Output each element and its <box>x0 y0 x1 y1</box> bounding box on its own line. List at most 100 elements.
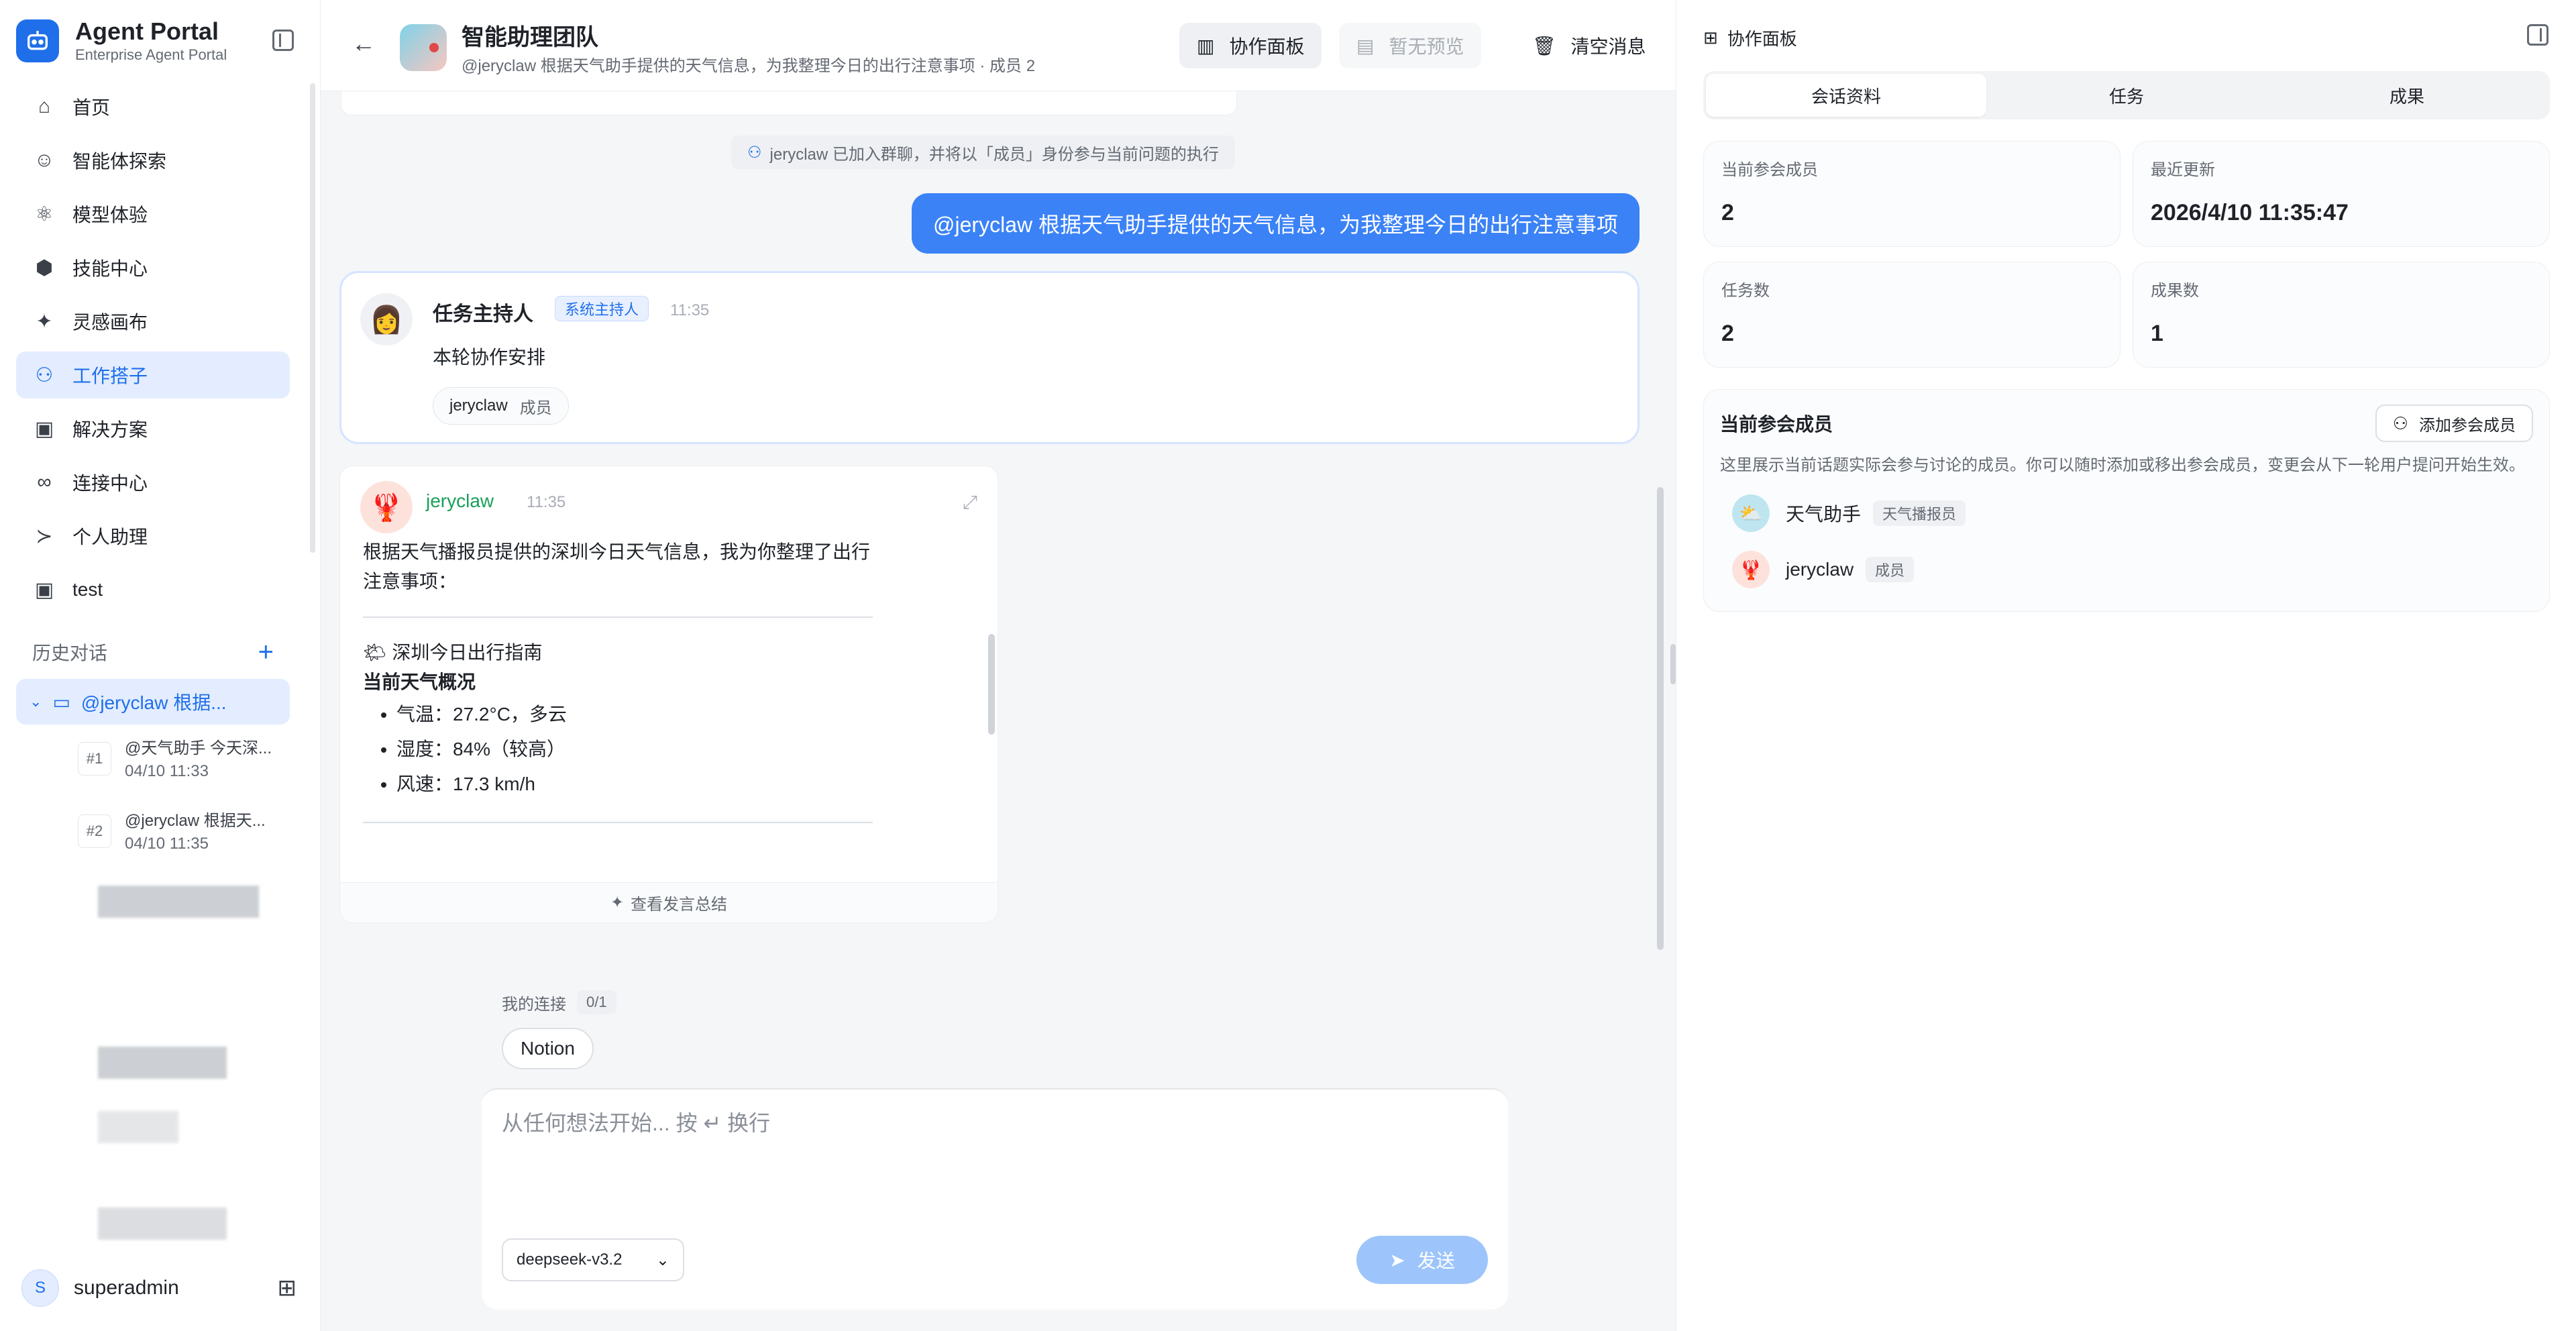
add-member-button[interactable]: ⚇ 添加参会成员 <box>2375 405 2533 442</box>
stat-value: 2 <box>1721 200 1734 225</box>
brand[interactable]: Agent Portal Enterprise Agent Portal <box>16 17 227 64</box>
members-card: 当前参会成员 ⚇ 添加参会成员 这里展示当前话题实际会参与讨论的成员。你可以随时… <box>1703 389 2550 612</box>
stat-card-updated: 最近更新 2026/4/10 11:35:47 <box>2133 141 2550 247</box>
add-member-label: 添加参会成员 <box>2419 416 2516 435</box>
sidebar: Agent Portal Enterprise Agent Portal ⌂ 首页… <box>0 0 321 1331</box>
panel-resize-handle[interactable] <box>1670 644 1676 684</box>
sidebar-scrollbar[interactable] <box>310 83 315 553</box>
weather-avatar-icon: ⛅ <box>1732 494 1770 532</box>
history-subitem[interactable]: #1 @天气助手 今天深... 04/10 11:33 <box>78 738 279 784</box>
view-summary-button[interactable]: ✦ 查看发言总结 <box>340 882 998 922</box>
add-history-icon[interactable]: + <box>258 639 274 666</box>
panel-collapse-icon[interactable] <box>2527 24 2548 46</box>
page-title: 智能助理团队 <box>462 25 598 50</box>
collab-board-label: 协作面板 <box>1229 36 1305 57</box>
stat-value: 2026/4/10 11:35:47 <box>2151 200 2349 225</box>
chevron-down-icon: ⌄ <box>655 1250 669 1269</box>
history-subitem[interactable]: #2 @jeryclaw 根据天... 04/10 11:35 <box>78 810 279 856</box>
redacted-history-item <box>98 1047 227 1079</box>
sidebar-item-model[interactable]: ⚛ 模型体验 <box>16 191 290 237</box>
clear-messages-label: 清空消息 <box>1570 36 1646 57</box>
stat-value: 2 <box>1721 321 1734 346</box>
reply-content: 根据天气播报员提供的深圳今日天气信息，我为你整理了出行注意事项： 🌤 深圳今日出… <box>363 537 886 843</box>
message-input[interactable] <box>502 1103 1481 1143</box>
notion-connection-chip[interactable]: Notion <box>502 1028 594 1069</box>
send-button[interactable]: ➤ 发送 <box>1356 1236 1488 1284</box>
sidebar-item-test[interactable]: ▣ test <box>16 566 290 613</box>
sidebar-item-connections[interactable]: ∞ 连接中心 <box>16 459 290 506</box>
history-active-label: @jeryclaw 根据... <box>80 692 227 713</box>
collab-board-button[interactable]: ▥ 协作面板 <box>1179 23 1322 68</box>
history-active-item[interactable]: ⌄ ▭ @jeryclaw 根据... <box>16 679 290 725</box>
back-arrow-icon[interactable]: ← <box>352 30 376 58</box>
atom-icon: ⚛ <box>35 203 54 225</box>
sparkle-icon: ✦ <box>36 310 53 333</box>
stat-label: 最近更新 <box>2151 161 2215 179</box>
divider <box>363 617 873 618</box>
cube-icon: ⬢ <box>35 256 54 279</box>
robot-icon: ☺ <box>34 149 55 171</box>
tab-results[interactable]: 成果 <box>2267 74 2547 117</box>
reply-intro: 根据天气播报员提供的深圳今日天气信息，我为你整理了出行注意事项： <box>363 541 871 592</box>
system-notice-text: jeryclaw 已加入群聊，并将以「成员」身份参与当前问题的执行 <box>769 145 1219 164</box>
grid-icon: ⊞ <box>1703 28 1718 48</box>
sidebar-item-label: test <box>72 579 103 600</box>
link-icon: ∞ <box>37 471 52 493</box>
document-icon: ▤ <box>1356 35 1375 56</box>
stat-card-tasks: 任务数 2 <box>1703 262 2121 368</box>
stat-card-results: 成果数 1 <box>2133 262 2550 368</box>
sidebar-item-skills[interactable]: ⬢ 技能中心 <box>16 244 290 291</box>
robot-logo-icon <box>16 19 59 62</box>
expand-icon[interactable]: ⤢ <box>963 492 977 514</box>
brand-title: Agent Portal <box>75 17 219 45</box>
sidebar-item-agent-explore[interactable]: ☺ 智能体探索 <box>16 137 290 184</box>
list-item: 风速：17.3 km/h <box>396 767 886 802</box>
trash-icon: 🗑 <box>1532 35 1556 56</box>
reply-section-title: 当前天气概况 <box>363 672 476 692</box>
system-notice: ⚇ jeryclaw 已加入群聊，并将以「成员」身份参与当前问题的执行 <box>731 136 1235 169</box>
grid-menu-icon[interactable]: ⊞ <box>278 1275 297 1301</box>
clear-messages-button[interactable]: 🗑 清空消息 <box>1515 23 1664 68</box>
sidebar-nav: ⌂ 首页 ☺ 智能体探索 ⚛ 模型体验 ⬢ 技能中心 ✦ 灵感画布 ⚇ 工作搭子 ▣ 解决方案… <box>16 83 290 620</box>
sidebar-item-work-buddy[interactable]: ⚇ 工作搭子 <box>16 352 290 398</box>
tab-tasks[interactable]: 任务 <box>1986 74 2267 117</box>
sidebar-item-label: 工作搭子 <box>72 366 148 386</box>
reply-scrollbar[interactable] <box>988 634 995 735</box>
stat-label: 当前参会成员 <box>1721 161 1818 179</box>
assigned-member-chip[interactable]: jeryclaw 成员 <box>433 387 569 425</box>
history-subitem-number: #2 <box>78 814 111 848</box>
users-icon: ⚇ <box>35 364 54 386</box>
chat-scrollbar[interactable] <box>1657 487 1664 950</box>
user-profile[interactable]: S superadmin ⊞ <box>21 1269 297 1307</box>
briefcase-icon: ▣ <box>34 417 54 440</box>
chat-area: ⚇ jeryclaw 已加入群聊，并将以「成员」身份参与当前问题的执行 @jer… <box>321 91 1676 1331</box>
preview-button[interactable]: ▤ 暂无预览 <box>1339 23 1482 68</box>
member-row[interactable]: ⛅ 天气助手 天气播报员 <box>1732 494 1966 532</box>
connections-header: 我的连接 0/1 <box>502 990 616 1014</box>
sidebar-item-canvas[interactable]: ✦ 灵感画布 <box>16 298 290 345</box>
tab-session-info[interactable]: 会话资料 <box>1706 74 1986 117</box>
member-row[interactable]: 🦞 jeryclaw 成员 <box>1732 551 1915 588</box>
chevron-down-icon[interactable]: ⌄ <box>30 693 42 710</box>
sidebar-item-label: 灵感画布 <box>72 312 148 333</box>
page-subtitle: @jeryclaw 根据天气助手提供的天气信息，为我整理今日的出行注意事项 · … <box>462 57 1036 75</box>
redacted-history-item <box>98 1208 227 1240</box>
jeryclaw-avatar-icon: 🦞 <box>1732 551 1770 588</box>
sidebar-item-label: 个人助理 <box>72 527 148 547</box>
sidebar-item-label: 技能中心 <box>72 258 148 279</box>
model-select-value: deepseek-v3.2 <box>517 1250 623 1269</box>
sidebar-collapse-icon[interactable] <box>272 30 294 51</box>
member-name: 天气助手 <box>1786 504 1862 525</box>
sidebar-item-assistant[interactable]: ≻ 个人助理 <box>16 513 290 560</box>
model-select[interactable]: deepseek-v3.2 ⌄ <box>502 1238 684 1281</box>
member-role: 成员 <box>1866 557 1915 582</box>
paper-plane-icon: ➤ <box>1389 1249 1405 1271</box>
sidebar-item-solutions[interactable]: ▣ 解决方案 <box>16 405 290 452</box>
user-name: superadmin <box>74 1277 179 1299</box>
history-subitem-title: @jeryclaw 根据天... <box>125 812 266 830</box>
previous-message-card <box>341 91 1237 115</box>
sidebar-item-home[interactable]: ⌂ 首页 <box>16 83 290 130</box>
terminal-icon: ≻ <box>36 525 53 547</box>
member-role: 天气播报员 <box>1873 500 1966 526</box>
panel-title-text: 协作面板 <box>1727 29 1797 49</box>
